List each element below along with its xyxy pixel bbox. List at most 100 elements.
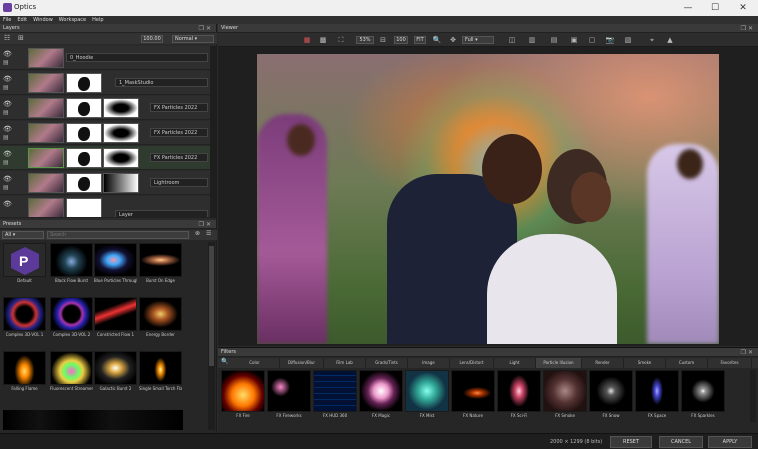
- preset-item[interactable]: Complex 3D-VOL 2: [50, 297, 93, 339]
- preset-category-select[interactable]: All ▾: [2, 231, 44, 239]
- filter-item[interactable]: FX HUD 360: [313, 370, 357, 422]
- preset-item[interactable]: Constricted Flow 1: [94, 297, 137, 339]
- layer-settings-icon[interactable]: ▤: [3, 134, 9, 141]
- layer-name[interactable]: 1_MaskStudio: [115, 78, 208, 87]
- layer-row[interactable]: 👁 ▤ FX Particles 2022: [0, 96, 210, 120]
- panel-controls-icon[interactable]: ❐✕: [199, 24, 213, 33]
- layer-row[interactable]: 👁 ▤ FX Particles 2022: [0, 146, 210, 170]
- zoom-out-icon[interactable]: ⊟: [378, 35, 388, 45]
- cancel-button[interactable]: CANCEL: [659, 436, 703, 448]
- panel-controls-icon[interactable]: ❐✕: [741, 24, 755, 33]
- layer-name[interactable]: 0_Hoodie: [66, 53, 208, 62]
- layer-mask-thumbnail[interactable]: [66, 73, 102, 93]
- panel-controls-icon[interactable]: ❐✕: [199, 220, 213, 229]
- menu-window[interactable]: Window: [30, 16, 56, 24]
- layer-settings-icon[interactable]: ▤: [3, 109, 9, 116]
- opacity-input[interactable]: 100.00: [141, 35, 163, 43]
- apply-button[interactable]: APPLY: [708, 436, 752, 448]
- filter-item[interactable]: FX Sci-Fi: [497, 370, 541, 422]
- visibility-eye-icon[interactable]: 👁: [3, 50, 12, 58]
- preset-item[interactable]: Galactic Burst 2: [94, 351, 137, 393]
- presets-scrollbar[interactable]: [208, 242, 215, 430]
- visibility-eye-icon[interactable]: 👁: [3, 125, 12, 133]
- layer-mask-thumbnail[interactable]: [66, 173, 102, 193]
- close-button[interactable]: ✕: [731, 1, 755, 15]
- maximize-button[interactable]: ☐: [703, 1, 727, 15]
- tab-custom[interactable]: Custom: [666, 358, 708, 368]
- filter-item[interactable]: FX Nature: [451, 370, 495, 422]
- filter-item[interactable]: FX Smoke: [543, 370, 587, 422]
- preset-item[interactable]: Blue Particles Through: [94, 243, 137, 285]
- tab-diffusion-blur[interactable]: Diffusion/Blur: [280, 358, 324, 368]
- layer-name[interactable]: Lightroom: [150, 178, 208, 187]
- layer-mask-thumbnail[interactable]: [66, 98, 102, 118]
- filter-item[interactable]: FX Magic: [359, 370, 403, 422]
- layer-name[interactable]: FX Particles 2022: [150, 103, 208, 112]
- minimize-button[interactable]: —: [676, 1, 700, 15]
- preset-item[interactable]: P Default: [3, 243, 46, 285]
- visibility-eye-icon[interactable]: 👁: [3, 200, 12, 208]
- visibility-eye-icon[interactable]: 👁: [3, 175, 12, 183]
- filter-item[interactable]: FX Snow: [589, 370, 633, 422]
- color-swatch-icon[interactable]: ▦: [302, 35, 312, 45]
- preset-item[interactable]: Fluorescent Streamer: [50, 351, 93, 393]
- layer-mask-thumbnail[interactable]: [66, 123, 102, 143]
- visibility-eye-icon[interactable]: 👁: [3, 150, 12, 158]
- layer-row[interactable]: 👁 ▤ FX Particles 2022: [0, 121, 210, 145]
- layer-row[interactable]: 👁 ▤ 0_Hoodie: [0, 46, 210, 70]
- preset-item[interactable]: Falling Flame: [3, 351, 46, 393]
- target-icon[interactable]: ⌖: [646, 35, 658, 45]
- reset-button[interactable]: RESET: [610, 436, 652, 448]
- filter-item[interactable]: FX Mist: [405, 370, 449, 422]
- layer-settings-icon[interactable]: ▤: [3, 159, 9, 166]
- view-list-icon[interactable]: ☰: [206, 230, 211, 237]
- filter-item[interactable]: FX Space: [635, 370, 679, 422]
- layer-mask-thumbnail[interactable]: [66, 198, 102, 217]
- channel-select[interactable]: Full ▾: [462, 36, 494, 44]
- layer-name[interactable]: FX Particles 2022: [150, 128, 208, 137]
- fit-button[interactable]: FIT: [414, 36, 426, 44]
- pan-icon[interactable]: ✥: [448, 35, 458, 45]
- overlay-icon[interactable]: ▧: [622, 35, 634, 45]
- preview-icon[interactable]: ▢: [586, 35, 598, 45]
- layer-settings-icon[interactable]: ▤: [3, 59, 9, 66]
- split-horizontal-icon[interactable]: ▤: [548, 35, 560, 45]
- tab-image[interactable]: Image: [408, 358, 450, 368]
- layer-name[interactable]: FX Particles 2022: [150, 153, 208, 162]
- preset-search-input[interactable]: [47, 231, 189, 239]
- split-view-icon[interactable]: ▥: [526, 35, 538, 45]
- menu-file[interactable]: File: [0, 16, 14, 24]
- tab-film-lab[interactable]: Film Lab: [324, 358, 366, 368]
- tab-render[interactable]: Render: [582, 358, 624, 368]
- tab-smoke[interactable]: Smoke: [624, 358, 666, 368]
- panel-controls-icon[interactable]: ❐✕: [741, 348, 755, 357]
- tab-light[interactable]: Light: [494, 358, 536, 368]
- before-after-icon[interactable]: ▣: [568, 35, 580, 45]
- tab-color[interactable]: Color: [230, 358, 280, 368]
- actual-size-button[interactable]: 100: [394, 36, 408, 44]
- grid-view-icon[interactable]: ▩: [318, 35, 328, 45]
- magnify-icon[interactable]: 🔍: [432, 35, 442, 45]
- filter-item[interactable]: FX Fireworks: [267, 370, 311, 422]
- filters-scrollbar[interactable]: [750, 370, 756, 422]
- preset-item[interactable]: Single Small Torch Flame: [139, 351, 182, 393]
- layers-scrollbar[interactable]: [210, 46, 216, 218]
- crop-icon[interactable]: ⛶: [336, 35, 346, 45]
- layer-settings-icon[interactable]: ▤: [3, 184, 9, 191]
- preset-item[interactable]: Burst On Edge: [139, 243, 182, 285]
- layer-add-icon[interactable]: ⊞: [18, 34, 24, 42]
- visibility-eye-icon[interactable]: 👁: [3, 75, 12, 83]
- preset-item[interactable]: Energy Border: [139, 297, 182, 339]
- layer-name[interactable]: Layer: [115, 210, 208, 217]
- tab-particle-illusion[interactable]: Particle Illusion: [536, 358, 582, 368]
- tab-grads-tints[interactable]: Grads/Tints: [366, 358, 408, 368]
- layer-settings-icon[interactable]: ▤: [3, 84, 9, 91]
- canvas-image[interactable]: [257, 54, 719, 344]
- histogram-icon[interactable]: ▲: [664, 35, 676, 45]
- menu-edit[interactable]: Edit: [14, 16, 30, 24]
- menu-workspace[interactable]: Workspace: [56, 16, 89, 24]
- zoom-input[interactable]: 53%: [356, 36, 374, 44]
- layer-row[interactable]: 👁 ▤ Lightroom: [0, 171, 210, 195]
- visibility-eye-icon[interactable]: 👁: [3, 100, 12, 108]
- tab-favorites[interactable]: Favorites: [708, 358, 752, 368]
